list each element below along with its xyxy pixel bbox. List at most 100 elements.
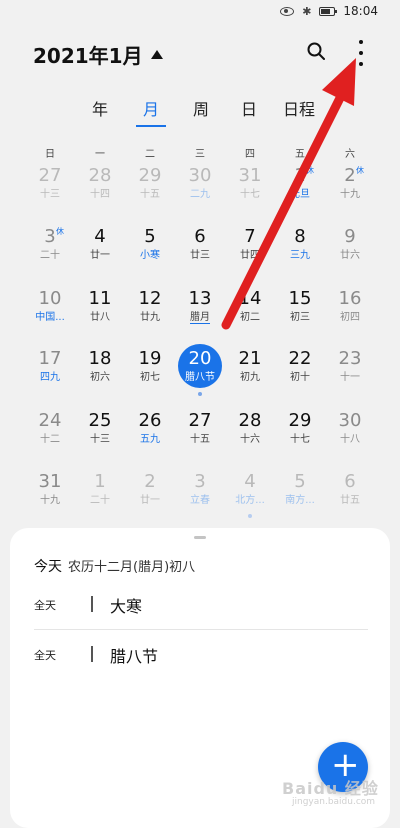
search-icon[interactable] (307, 42, 325, 60)
day-cell[interactable]: 6 廿五 (325, 471, 375, 519)
day-cell[interactable]: 29 十七 (275, 410, 325, 458)
day-cell[interactable]: 3 二十 休 (25, 226, 75, 274)
day-cell[interactable]: 15 初三 (275, 288, 325, 336)
event-item[interactable]: 全天 大寒 (34, 582, 368, 630)
day-cell[interactable]: 30 十八 (325, 410, 375, 458)
day-number: 29 (288, 410, 312, 431)
day-cell[interactable]: 7 廿四 (225, 226, 275, 274)
day-cell[interactable]: 25 十三 (75, 410, 125, 458)
day-cell[interactable]: 9 廿六 (325, 226, 375, 274)
day-cell[interactable]: 4 廿一 (75, 226, 125, 274)
tab-week[interactable]: 周 (193, 96, 209, 120)
lunar-label: 二十 (25, 249, 75, 263)
day-cell[interactable]: 29 十五 (125, 165, 175, 213)
battery-icon (319, 6, 338, 16)
day-cell[interactable]: 28 十四 (75, 165, 125, 213)
lunar-label-text: 南方... (285, 495, 315, 506)
day-cell[interactable]: 3 立春 (175, 471, 225, 519)
day-cell[interactable]: 18 初六 (75, 348, 125, 396)
lunar-label-text: 三九 (290, 250, 310, 261)
day-cell[interactable]: 17 四九 (25, 348, 75, 396)
day-number: 30 (188, 165, 212, 186)
day-cell[interactable]: 22 初十 (275, 348, 325, 396)
day-cell[interactable]: 1 元旦 休 (275, 165, 325, 213)
lunar-label: 三九 (275, 249, 325, 263)
day-cell[interactable]: 5 小寒 (125, 226, 175, 274)
day-cell[interactable]: 31 十七 (225, 165, 275, 213)
day-cell[interactable]: 21 初九 (225, 348, 275, 396)
lunar-label: 十五 (175, 433, 225, 447)
lunar-label-text: 廿六 (340, 250, 360, 261)
day-cell[interactable]: 19 初七 (125, 348, 175, 396)
day-cell[interactable]: 28 十六 (225, 410, 275, 458)
lunar-label-text: 腊月 (190, 312, 210, 324)
eye-icon (280, 6, 295, 16)
lunar-label-text: 初六 (90, 372, 110, 383)
day-cell[interactable]: 30 二九 (175, 165, 225, 213)
lunar-label-text: 二十 (40, 250, 60, 261)
lunar-label: 初二 (225, 311, 275, 325)
day-number: 4 (244, 471, 256, 492)
month-selector[interactable]: 2021年1月 (33, 40, 163, 69)
lunar-label: 廿六 (325, 249, 375, 263)
day-number: 29 (138, 165, 162, 186)
holiday-badge: 休 (56, 227, 64, 236)
day-cell[interactable]: 24 十二 (25, 410, 75, 458)
day-cell[interactable]: 1 二十 (75, 471, 125, 519)
tab-agenda[interactable]: 日程 (283, 96, 315, 120)
day-cell-today[interactable]: 20 腊八节 (175, 344, 225, 396)
lunar-label: 北方... (225, 494, 275, 508)
lunar-label-text: 十五 (140, 189, 160, 200)
day-cell[interactable]: 2 廿一 (125, 471, 175, 519)
lunar-label: 廿八 (75, 311, 125, 325)
lunar-label-text: 元旦 (290, 189, 310, 200)
day-cell[interactable]: 2 十九 休 (325, 165, 375, 213)
day-cell[interactable]: 5 南方... (275, 471, 325, 519)
day-cell[interactable]: 6 廿三 (175, 226, 225, 274)
day-cell[interactable]: 12 廿九 (125, 288, 175, 336)
day-number: 20 (188, 348, 212, 369)
day-number: 2 (344, 165, 356, 186)
tab-day[interactable]: 日 (241, 96, 257, 120)
event-item[interactable]: 全天 腊八节 (34, 632, 368, 680)
day-cell[interactable]: 31 十九 (25, 471, 75, 519)
day-number: 4 (94, 226, 106, 247)
day-cell[interactable]: 26 五九 (125, 410, 175, 458)
lunar-label-text: 十九 (40, 495, 60, 506)
day-cell[interactable]: 10 中国... (25, 288, 75, 336)
today-summary: 今天 农历十二月(腊月)初八 (34, 556, 195, 576)
holiday-badge: 休 (306, 166, 314, 175)
lunar-label: 十五 (125, 188, 175, 202)
lunar-label-text: 廿八 (90, 312, 110, 323)
day-cell[interactable]: 27 十三 (25, 165, 75, 213)
lunar-label: 元旦 (275, 188, 325, 202)
lunar-label-text: 十四 (90, 189, 110, 200)
day-cell[interactable]: 14 初二 (225, 288, 275, 336)
weekday-header: 日 一 二 三 四 五 六 (0, 145, 400, 160)
day-number: 25 (88, 410, 112, 431)
day-number: 7 (244, 226, 256, 247)
day-cell[interactable]: 8 三九 (275, 226, 325, 274)
lunar-label: 廿三 (175, 249, 225, 263)
day-number: 1 (94, 471, 106, 492)
lunar-label: 十七 (225, 188, 275, 202)
tab-year[interactable]: 年 (92, 96, 108, 120)
lunar-label: 十二 (25, 433, 75, 447)
more-options-icon[interactable] (356, 40, 366, 66)
day-cell[interactable]: 16 初四 (325, 288, 375, 336)
lunar-label-text: 初二 (240, 312, 260, 323)
tab-month[interactable]: 月 (143, 96, 159, 120)
day-cell[interactable]: 27 十五 (175, 410, 225, 458)
weekday-label: 四 (245, 149, 255, 160)
day-cell[interactable]: 23 十一 (325, 348, 375, 396)
day-cell[interactable]: 4 北方... (225, 471, 275, 519)
day-number: 31 (238, 165, 262, 186)
lunar-label-text: 初四 (340, 312, 360, 323)
day-cell[interactable]: 13 腊月 (175, 288, 225, 336)
lunar-label: 十三 (75, 433, 125, 447)
day-number: 22 (288, 348, 312, 369)
sheet-drag-handle[interactable] (194, 536, 206, 539)
day-number: 28 (88, 165, 112, 186)
day-number: 16 (338, 288, 362, 309)
day-cell[interactable]: 11 廿八 (75, 288, 125, 336)
